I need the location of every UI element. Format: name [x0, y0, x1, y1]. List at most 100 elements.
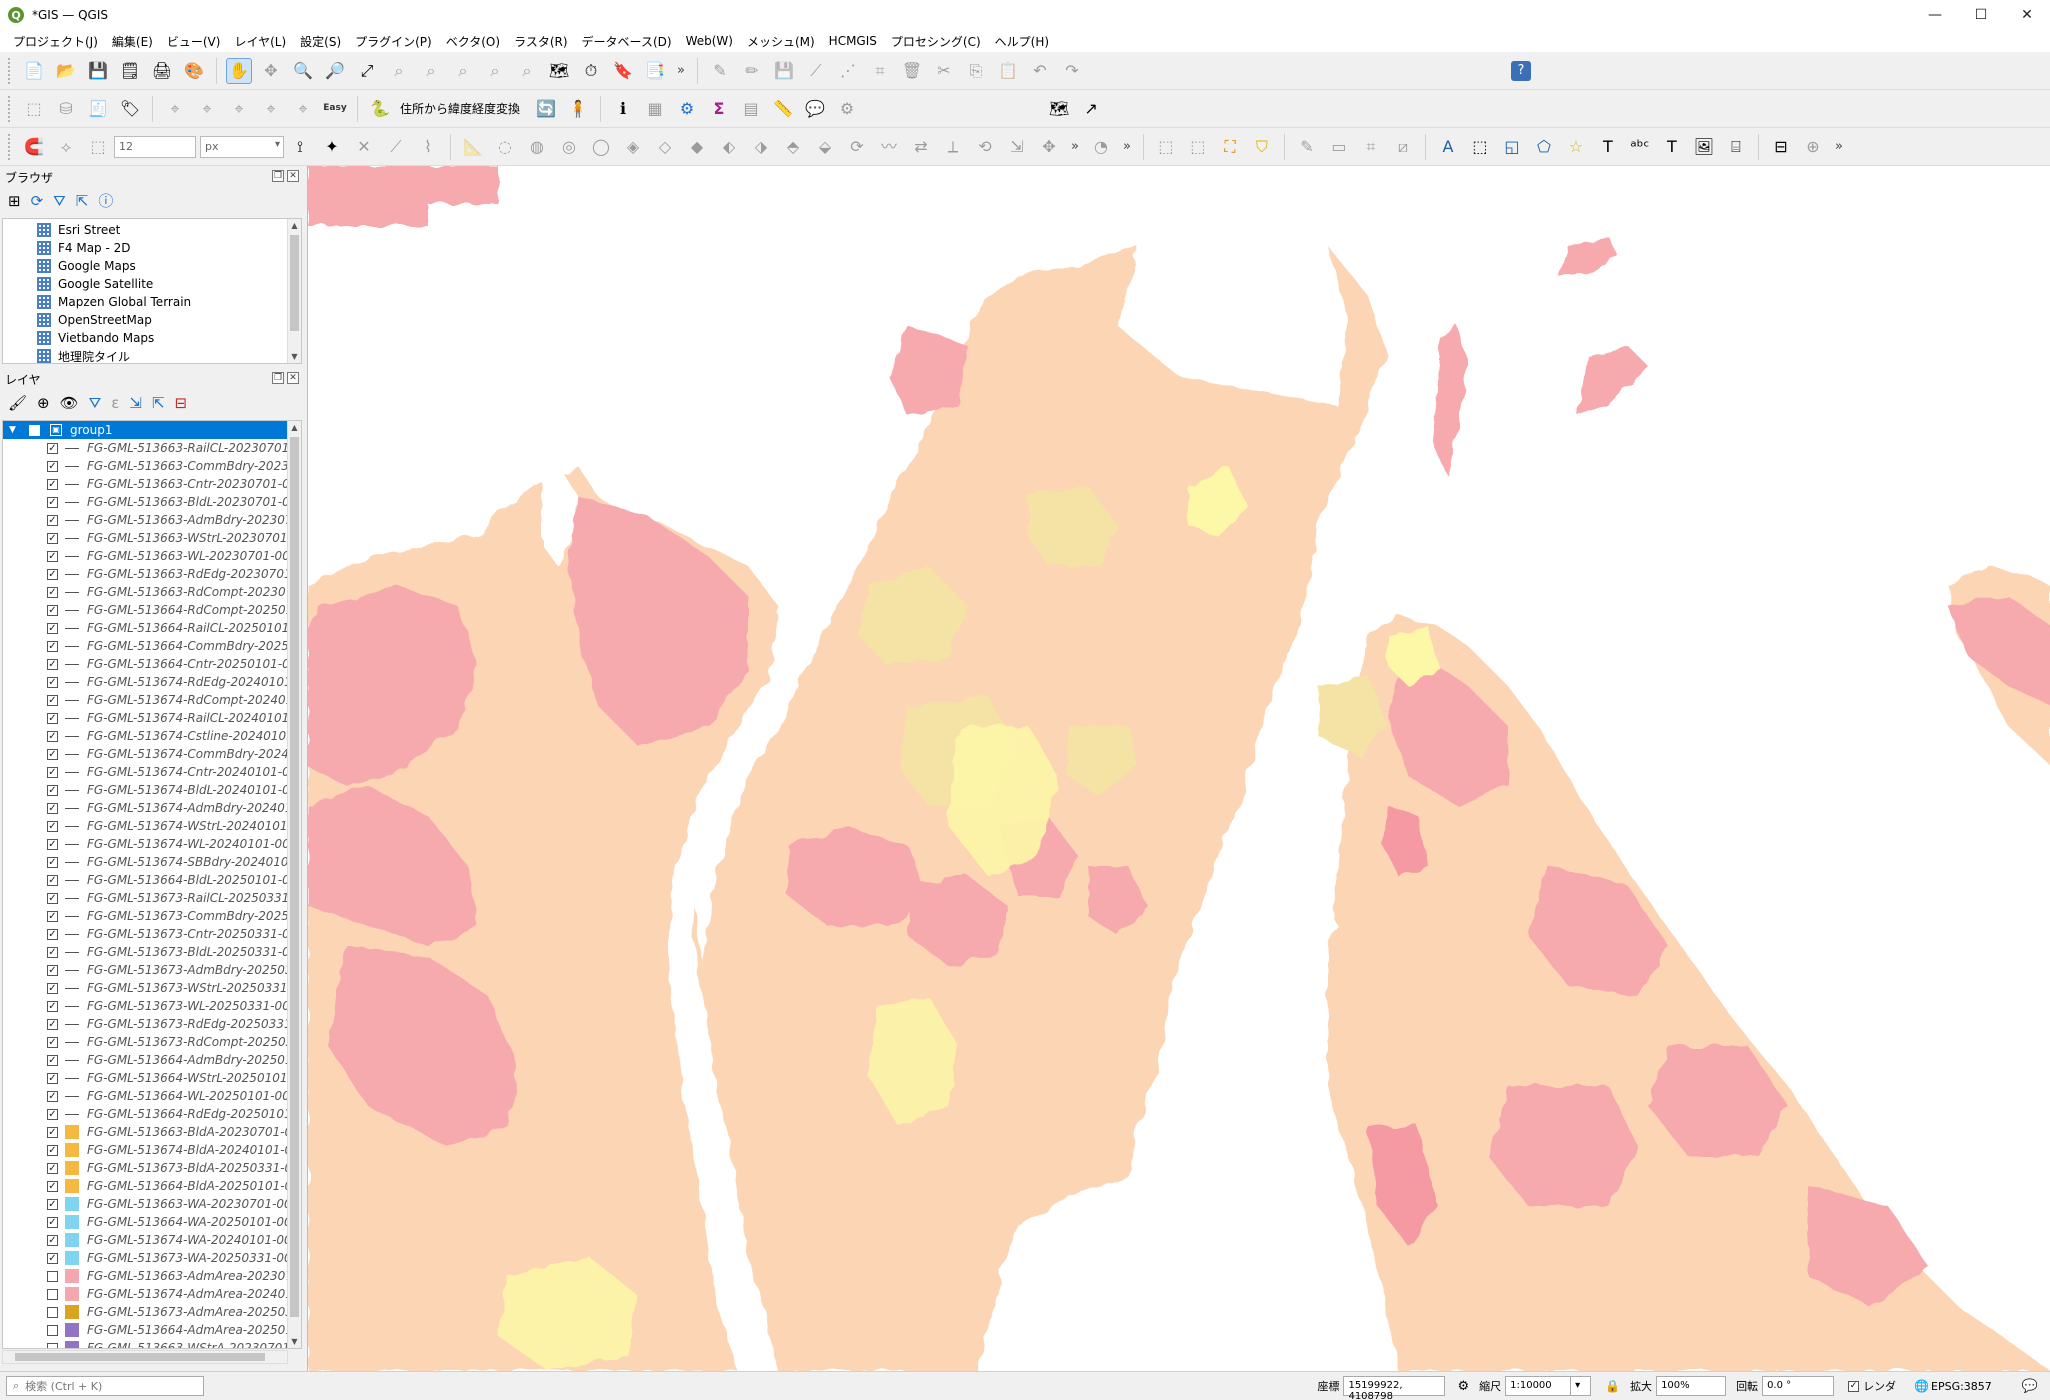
crosshair-icon[interactable]: ⊕ — [1800, 134, 1826, 160]
label-change-icon[interactable]: ⌖ — [290, 96, 316, 122]
layer-visibility-checkbox[interactable]: ✓ — [47, 604, 58, 616]
properties-icon[interactable]: ⓘ — [98, 193, 113, 209]
data-source-icon[interactable]: ⬚ — [21, 96, 47, 122]
layer-row[interactable]: ✓ FG-GML-513664-CommBdry-202501 — [3, 637, 301, 655]
layer-row[interactable]: ✓ FG-GML-513673-WStrL-20250331-0 — [3, 979, 301, 997]
save-edits-icon[interactable]: 💾 — [771, 58, 797, 84]
layer-row[interactable]: ✓ FG-GML-513663-WA-20230701-000 — [3, 1195, 301, 1213]
layer-group-row[interactable]: ▼ ▣ group1 — [3, 421, 301, 439]
image-tool-icon[interactable]: 🖼 — [1691, 134, 1717, 160]
layer-visibility-checkbox[interactable]: ✓ — [47, 1054, 58, 1066]
layer-visibility-checkbox[interactable]: ✓ — [47, 982, 58, 994]
scale-features-icon[interactable]: ⇲ — [1004, 134, 1030, 160]
sync-icon[interactable]: 🔄 — [533, 96, 559, 122]
map-canvas[interactable] — [307, 166, 2050, 1371]
layer-visibility-checkbox[interactable]: ✓ — [47, 1198, 58, 1210]
layers-scrollbar[interactable]: ▲ ▼ — [287, 421, 301, 1348]
layer-visibility-checkbox[interactable]: ✓ — [47, 748, 58, 760]
layer-row[interactable]: ✓ FG-GML-513674-SBBdry-20240101-0 — [3, 853, 301, 871]
arrow-tool-icon[interactable]: ↗ — [1078, 96, 1104, 122]
style-manager-icon[interactable]: 🎨 — [181, 58, 207, 84]
temporal-controller-icon[interactable]: ⏱ — [578, 58, 604, 84]
browser-item[interactable]: F4 Map - 2D — [3, 239, 301, 257]
annotation-icon[interactable]: ✎ — [1294, 134, 1320, 160]
layer-row[interactable]: ✓ FG-GML-513674-RdEdg-20240101-0 — [3, 673, 301, 691]
layer-row[interactable]: ✓ FG-GML-513673-RdEdg-20250331-0 — [3, 1015, 301, 1033]
shape-digitize-icon[interactable]: ◔ — [1088, 134, 1114, 160]
layer-visibility-checkbox[interactable] — [47, 1270, 58, 1282]
zoom-next-icon[interactable]: ⌕ — [514, 58, 540, 84]
layer-visibility-checkbox[interactable]: ✓ — [47, 550, 58, 562]
layer-visibility-checkbox[interactable]: ✓ — [47, 766, 58, 778]
toolbar-overflow-icon[interactable]: » — [1071, 139, 1079, 154]
close-panel-button[interactable]: ✕ — [287, 372, 299, 384]
toggle-editing-icon[interactable]: ✏ — [739, 58, 765, 84]
polygon-tool-icon[interactable]: ⬠ — [1531, 134, 1557, 160]
add-selected-layers-icon[interactable]: ⊞ — [8, 193, 21, 209]
show-bookmarks-icon[interactable]: 📑 — [642, 58, 668, 84]
current-edits-icon[interactable]: ✎ — [707, 58, 733, 84]
layer-row[interactable]: ✓ FG-GML-513673-RdCompt-2025033 — [3, 1033, 301, 1051]
layer-visibility-checkbox[interactable]: ✓ — [47, 460, 58, 472]
zoom-native-icon[interactable]: ⌕ — [450, 58, 476, 84]
snap-intersection-icon[interactable]: ✦ — [319, 134, 345, 160]
layer-visibility-checkbox[interactable]: ✓ — [47, 1000, 58, 1012]
layer-row[interactable]: ✓ FG-GML-513674-AdmBdry-2024010 — [3, 799, 301, 817]
select-by-value-icon[interactable]: ⬚ — [1185, 134, 1211, 160]
layer-visibility-checkbox[interactable]: ✓ — [47, 1126, 58, 1138]
open-layer-styling-icon[interactable]: 🖌 — [8, 395, 27, 411]
layer-visibility-checkbox[interactable]: ✓ — [47, 964, 58, 976]
map-tips-icon[interactable]: 💬 — [802, 96, 828, 122]
layer-row[interactable]: ✓ FG-GML-513673-Cntr-20250331-000 — [3, 925, 301, 943]
float-panel-button[interactable]: ❐ — [272, 372, 284, 384]
menu-processing[interactable]: プロセシング(C) — [884, 33, 988, 50]
menu-settings[interactable]: 設定(S) — [293, 33, 348, 50]
toolbar-overflow-icon[interactable]: » — [1123, 139, 1131, 154]
add-layer-icon[interactable]: ⛁ — [53, 96, 79, 122]
statistics-icon[interactable]: Σ — [706, 96, 732, 122]
layer-row[interactable]: ✓ FG-GML-513664-RdEdg-20250101-0 — [3, 1105, 301, 1123]
toolbar-handle[interactable] — [8, 133, 12, 160]
menu-hcmgis[interactable]: HCMGIS — [822, 34, 884, 48]
star-icon[interactable]: ☆ — [1563, 134, 1589, 160]
layer-visibility-checkbox[interactable]: ✓ — [47, 442, 58, 454]
browser-item[interactable]: OpenStreetMap — [3, 311, 301, 329]
coordinate-input[interactable]: 15199922, 4108798 — [1343, 1376, 1446, 1400]
advanced-digitizing-icon[interactable]: ⌇ — [415, 134, 441, 160]
layer-row[interactable]: ✓ FG-GML-513663-AdmBdry-2023070 — [3, 511, 301, 529]
layer-visibility-checkbox[interactable]: ✓ — [47, 586, 58, 598]
close-panel-button[interactable]: ✕ — [287, 170, 299, 182]
layer-row[interactable]: ✓ FG-GML-513664-WA-20250101-0001 — [3, 1213, 301, 1231]
layer-row[interactable]: ✓ FG-GML-513664-BldA-20250101-000 — [3, 1177, 301, 1195]
toolbar-handle[interactable] — [8, 95, 12, 122]
layer-row[interactable]: ✓ FG-GML-513664-RailCL-20250101-0 — [3, 619, 301, 637]
toolbar-handle[interactable] — [8, 57, 12, 84]
menu-help[interactable]: ヘルプ(H) — [988, 33, 1056, 50]
text-tool-icon[interactable]: T — [1595, 134, 1621, 160]
layer-row[interactable]: ✓ FG-GML-513663-CommBdry-202307 — [3, 457, 301, 475]
refresh-layer-icon[interactable]: 🗺 — [1046, 96, 1072, 122]
pan-to-selection-icon[interactable]: ✥ — [258, 58, 284, 84]
browser-item[interactable]: Vietbando Maps — [3, 329, 301, 347]
self-snapping-icon[interactable]: ✕ — [351, 134, 377, 160]
menu-view[interactable]: ビュー(V) — [160, 33, 228, 50]
filter-legend-icon[interactable]: ⛛ — [89, 395, 102, 411]
layer-row[interactable]: FG-GML-513673-AdmArea-2025033 — [3, 1303, 301, 1321]
layer-visibility-checkbox[interactable]: ✓ — [47, 694, 58, 706]
layer-visibility-checkbox[interactable]: ✓ — [47, 1162, 58, 1174]
toggle-extents-icon[interactable]: ⚙ — [1457, 1379, 1469, 1394]
trim-extend-icon[interactable]: ⟂ — [940, 134, 966, 160]
attribute-table-icon[interactable]: ▤ — [738, 96, 764, 122]
layer-visibility-checkbox[interactable]: ✓ — [47, 568, 58, 580]
layer-visibility-checkbox[interactable]: ✓ — [47, 1144, 58, 1156]
reshape-icon[interactable]: ◇ — [652, 134, 678, 160]
layer-row[interactable]: ✓ FG-GML-513674-WL-20240101-0001 — [3, 835, 301, 853]
browser-scrollbar[interactable]: ▲ ▼ — [287, 219, 301, 363]
layer-visibility-checkbox[interactable] — [47, 1324, 58, 1336]
browser-item[interactable]: Google Maps — [3, 257, 301, 275]
collapse-all-icon[interactable]: ⇱ — [76, 193, 89, 209]
simplify-icon[interactable]: 〰 — [876, 134, 902, 160]
new-map-view-icon[interactable]: 🗺 — [546, 58, 572, 84]
move-features-icon[interactable]: ✥ — [1036, 134, 1062, 160]
paste-features-icon[interactable]: 📋 — [995, 58, 1021, 84]
